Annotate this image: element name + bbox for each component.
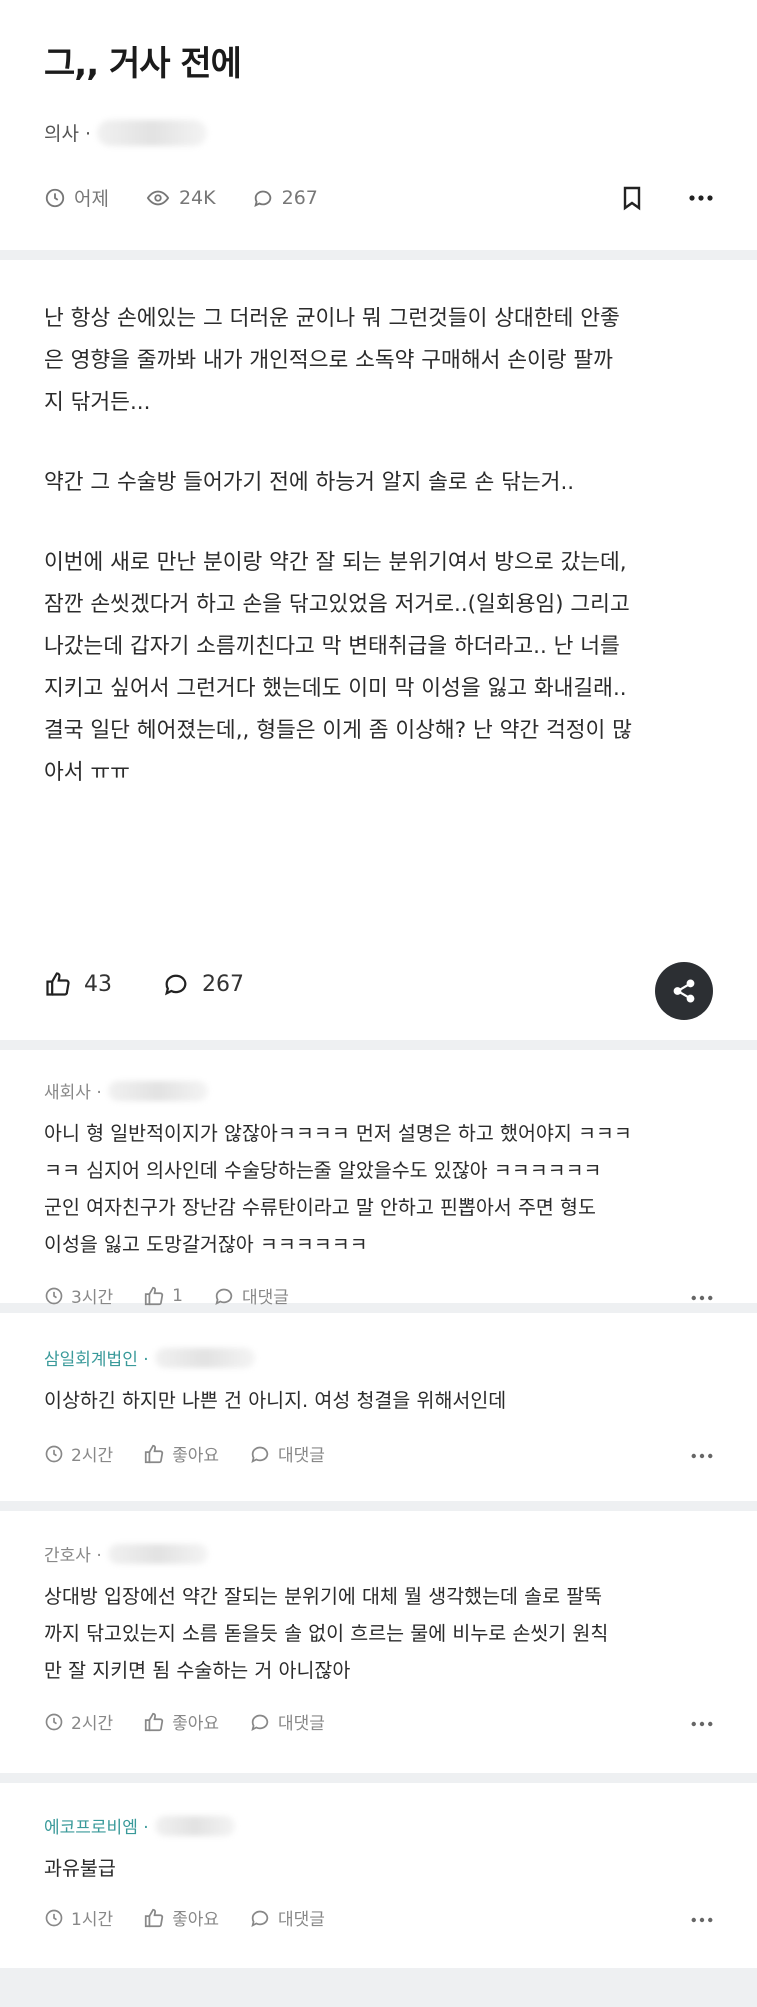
thumbs-up-icon (144, 1286, 164, 1305)
clock-icon (45, 1287, 63, 1304)
comment-icon (253, 190, 271, 207)
post-views: 24K (145, 187, 216, 209)
post-paragraph: 난 항상 손에있는 그 더러운 균이나 뭐 그런것들이 상대한테 안좋 은 영향… (44, 306, 620, 415)
more-icon (691, 1453, 713, 1458)
blurred-author-name (97, 119, 208, 146)
comment-text: 아니 형 일반적이지가 않잖아ㅋㅋㅋㅋ 먼저 설명은 하고 했어야지 ㅋㅋㅋ ㅋ… (44, 1122, 632, 1256)
comment-like-button[interactable]: 1 (143, 1285, 183, 1307)
comment-meta: 2시간 좋아요 대댓글 (44, 1441, 713, 1466)
comment-author[interactable]: 에코프로비엠 · (44, 1813, 713, 1838)
comment-meta: 3시간 1 대댓글 (44, 1283, 713, 1308)
comment-meta: 2시간 좋아요 대댓글 (44, 1709, 713, 1734)
thumbs-up-icon (144, 1908, 164, 1927)
comment-time: 3시간 (44, 1283, 113, 1308)
comment-more-button[interactable] (691, 1286, 713, 1306)
comment-author[interactable]: 삼일회계법인 · (44, 1345, 713, 1370)
blurred-author-name (154, 1815, 235, 1836)
author-job-label: 의사 · (44, 123, 92, 145)
share-button[interactable] (655, 962, 713, 1020)
bookmark-icon (623, 186, 641, 210)
comment-time: 1시간 (44, 1905, 113, 1930)
thumbs-up-icon (144, 1712, 164, 1731)
comment-text: 상대방 입장에선 약간 잘되는 분위기에 대체 뭘 생각했는데 솔로 팔뚝 까지… (44, 1585, 609, 1682)
thumbs-up-icon (46, 972, 70, 996)
comment-item: 새회사 · 아니 형 일반적이지가 않잖아ㅋㅋㅋㅋ 먼저 설명은 하고 했어야지… (0, 1050, 757, 1308)
like-button[interactable]: 43 (44, 970, 112, 998)
post-reactions: 43 267 (44, 970, 713, 998)
post-author[interactable]: 의사 · (44, 119, 713, 146)
comment-more-button[interactable] (691, 1908, 713, 1928)
comment-item: 에코프로비엠 · 과유불급 1시간 좋아요 대댓글 (0, 1783, 757, 1968)
comment-reply-button[interactable]: 대댓글 (249, 1441, 325, 1466)
clock-icon (45, 1445, 63, 1462)
comment-like-button[interactable]: 좋아요 (143, 1905, 219, 1930)
blurred-author-name (107, 1543, 208, 1564)
more-icon (691, 1721, 713, 1726)
comment-more-button[interactable] (691, 1444, 713, 1464)
post-paragraph: 이번에 새로 만난 분이랑 약간 잘 되는 분위기여서 방으로 갔는데, 잠깐 … (44, 550, 632, 785)
post-header: 그,, 거사 전에 의사 · 어제 24K 267 (0, 0, 757, 250)
post-comment-count[interactable]: 267 (252, 187, 318, 209)
comment-item: 삼일회계법인 · 이상하긴 하지만 나쁜 건 아니지. 여성 청결을 위해서인데… (0, 1313, 757, 1501)
post-title: 그,, 거사 전에 (44, 44, 242, 84)
bookmark-button[interactable] (621, 185, 643, 211)
comment-icon (165, 974, 187, 996)
comment-icon (251, 1910, 269, 1927)
comment-reply-button[interactable]: 대댓글 (249, 1905, 325, 1930)
comment-text: 과유불급 (44, 1857, 116, 1880)
comment-like-button[interactable]: 좋아요 (143, 1709, 219, 1734)
more-icon (691, 1917, 713, 1922)
comment-reply-button[interactable]: 대댓글 (249, 1709, 325, 1734)
comment-author[interactable]: 간호사 · (44, 1541, 713, 1566)
comment-text: 이상하긴 하지만 나쁜 건 아니지. 여성 청결을 위해서인데 (44, 1389, 507, 1412)
comment-time: 2시간 (44, 1441, 113, 1466)
post-body: 난 항상 손에있는 그 더러운 균이나 뭐 그런것들이 상대한테 안좋 은 영향… (0, 260, 757, 1040)
comment-icon (251, 1446, 269, 1463)
clock-icon (45, 1713, 63, 1730)
post-time: 어제 (44, 184, 109, 211)
post-paragraph: 약간 그 수술방 들어가기 전에 하능거 알지 솔로 손 닦는거.. (44, 470, 575, 495)
more-icon (689, 194, 713, 201)
comment-more-button[interactable] (691, 1712, 713, 1732)
clock-icon (45, 188, 65, 207)
blurred-author-name (154, 1347, 255, 1368)
post-meta: 어제 24K 267 (44, 184, 713, 211)
more-button[interactable] (689, 194, 713, 201)
comment-icon (215, 1288, 233, 1305)
comment-reply-button[interactable]: 대댓글 (213, 1283, 289, 1308)
comment-meta: 1시간 좋아요 대댓글 (44, 1905, 713, 1930)
share-icon (673, 979, 695, 1003)
comment-icon (251, 1714, 269, 1731)
post-actions (621, 185, 713, 211)
comment-time: 2시간 (44, 1709, 113, 1734)
clock-icon (45, 1909, 63, 1926)
comment-item: 간호사 · 상대방 입장에선 약간 잘되는 분위기에 대체 뭘 생각했는데 솔로… (0, 1511, 757, 1773)
comment-button[interactable]: 267 (162, 970, 244, 998)
comment-author[interactable]: 새회사 · (44, 1078, 713, 1103)
eye-icon (146, 190, 170, 205)
more-icon (691, 1295, 713, 1300)
blurred-author-name (107, 1080, 208, 1101)
thumbs-up-icon (144, 1444, 164, 1463)
comment-like-button[interactable]: 좋아요 (143, 1441, 219, 1466)
